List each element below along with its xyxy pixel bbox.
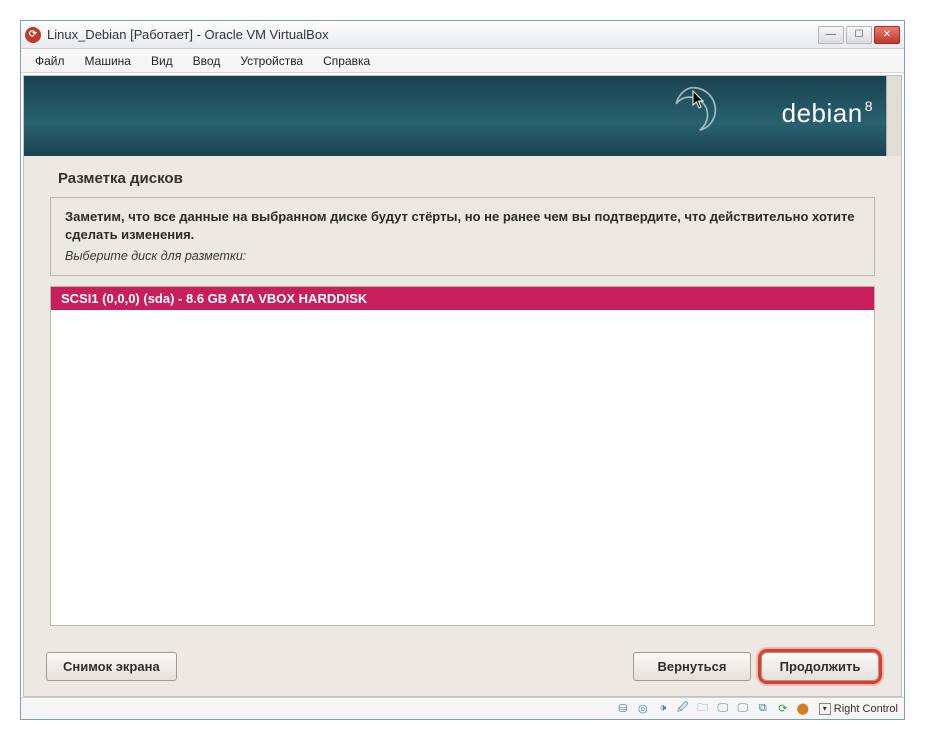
debian-brand: debian8 [782, 98, 873, 129]
menubar: Файл Машина Вид Ввод Устройства Справка [21, 49, 904, 73]
menu-machine[interactable]: Машина [77, 51, 139, 71]
host-key-label: Right Control [834, 703, 898, 715]
status-cd-icon[interactable]: ◎ [635, 701, 651, 717]
statusbar: ⛁ ◎ 🕩 🖉 🗀 🖵 🖵 ⧉ ⟳ ⬤ ▾ Right Control [21, 697, 904, 719]
menu-help[interactable]: Справка [315, 51, 378, 71]
status-mouse-icon[interactable]: ⬤ [795, 701, 811, 717]
status-shared-folder-icon[interactable]: 🗀 [695, 701, 711, 717]
menu-file[interactable]: Файл [27, 51, 73, 71]
host-key-arrow-icon: ▾ [819, 703, 831, 715]
status-features-icon[interactable]: ⟳ [775, 701, 791, 717]
menu-devices[interactable]: Устройства [232, 51, 311, 71]
status-usb-icon[interactable]: 🖉 [675, 701, 691, 717]
continue-button[interactable]: Продолжить [761, 652, 879, 681]
scroll-up-button[interactable]: ▴ [887, 76, 901, 90]
menu-view[interactable]: Вид [143, 51, 181, 71]
status-network-icon[interactable]: ⧉ [755, 701, 771, 717]
maximize-button[interactable]: ☐ [846, 26, 872, 44]
disk-list[interactable]: SCSI1 (0,0,0) (sda) - 8.6 GB ATA VBOX HA… [50, 286, 875, 626]
close-button[interactable]: ✕ [874, 26, 900, 44]
installer-panel: Разметка дисков Заметим, что все данные … [24, 156, 901, 696]
app-window: ⟳ Linux_Debian [Работает] - Oracle VM Vi… [20, 20, 905, 720]
debian-swirl-icon [665, 82, 721, 138]
warning-box: Заметим, что все данные на выбранном дис… [50, 197, 875, 276]
disk-item-sda[interactable]: SCSI1 (0,0,0) (sda) - 8.6 GB ATA VBOX HA… [51, 287, 874, 310]
brand-version: 8 [865, 98, 873, 114]
titlebar: ⟳ Linux_Debian [Работает] - Oracle VM Vi… [21, 21, 904, 49]
status-hdd-icon[interactable]: ⛁ [615, 701, 631, 717]
warning-text: Заметим, что все данные на выбранном дис… [65, 208, 860, 243]
status-display-icon[interactable]: 🖵 [715, 701, 731, 717]
app-icon: ⟳ [25, 27, 41, 43]
section-title: Разметка дисков [24, 156, 901, 197]
back-button[interactable]: Вернуться [633, 652, 751, 681]
status-video-capture-icon[interactable]: 🖵 [735, 701, 751, 717]
debian-banner: debian8 ▴ [24, 76, 901, 156]
status-audio-icon[interactable]: 🕩 [655, 701, 671, 717]
button-row: Снимок экрана Вернуться Продолжить [24, 646, 901, 695]
prompt-text: Выберите диск для разметки: [65, 249, 860, 263]
menu-input[interactable]: Ввод [185, 51, 229, 71]
window-controls: — ☐ ✕ [818, 26, 900, 44]
host-key-indicator[interactable]: ▾ Right Control [819, 703, 898, 715]
screenshot-button[interactable]: Снимок экрана [46, 652, 177, 681]
vm-display[interactable]: debian8 ▴ Разметка дисков Заметим, что в… [23, 75, 902, 697]
window-title: Linux_Debian [Работает] - Oracle VM Virt… [47, 27, 818, 42]
brand-name: debian [782, 98, 863, 128]
minimize-button[interactable]: — [818, 26, 844, 44]
